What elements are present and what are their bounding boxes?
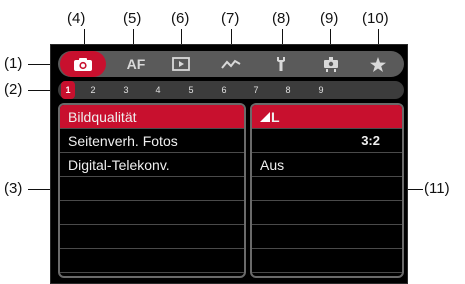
tab-setup[interactable] <box>266 51 296 77</box>
tab-my-menu[interactable] <box>363 51 393 77</box>
page-4[interactable]: 4 <box>148 81 168 99</box>
menu-item-label: Bildqualität <box>68 108 137 125</box>
digital-teleconverter-value: Aus <box>260 156 285 173</box>
menu-item-aspect-ratio[interactable]: Seitenverh. Fotos <box>60 129 244 153</box>
callout-4: (4) <box>67 10 86 27</box>
aspect-ratio-value: 3:2 <box>361 133 380 148</box>
callout-8: (8) <box>272 10 291 27</box>
menu-item-label: Digital-Telekonv. <box>68 156 170 173</box>
wrench-icon <box>277 57 285 71</box>
value-aspect-ratio: 3:2 <box>252 129 402 153</box>
page-8[interactable]: 8 <box>278 81 298 99</box>
callout-1: (1) <box>4 55 23 72</box>
menu-values-panel: L 3:2 Aus <box>250 103 404 278</box>
page-6[interactable]: 6 <box>214 81 234 99</box>
value-image-quality: L <box>252 105 402 129</box>
menu-item-empty <box>60 225 244 249</box>
page-2[interactable]: 2 <box>83 81 103 99</box>
callout-2: (2) <box>4 81 23 98</box>
menu-items-panel: Bildqualität Seitenverh. Fotos Digital-T… <box>58 103 246 278</box>
callout-10: (10) <box>362 10 389 27</box>
callout-5: (5) <box>123 10 142 27</box>
quality-fine-icon <box>260 111 270 122</box>
menu-item-empty <box>60 201 244 225</box>
tab-playback[interactable] <box>166 51 196 77</box>
camera-icon <box>74 57 92 71</box>
menu-item-empty <box>60 177 244 201</box>
page-9[interactable]: 9 <box>311 81 331 99</box>
camera-custom-icon <box>324 56 338 72</box>
tab-wireless[interactable] <box>216 51 246 77</box>
tab-custom-functions[interactable] <box>316 51 346 77</box>
star-icon <box>370 56 386 72</box>
page-number-bar: 1 2 3 4 5 6 7 8 9 <box>58 81 404 99</box>
value-empty <box>252 225 402 249</box>
menu-item-label: Seitenverh. Fotos <box>68 132 178 149</box>
page-7[interactable]: 7 <box>246 81 266 99</box>
value-empty <box>252 177 402 201</box>
callout-6: (6) <box>171 10 190 27</box>
menu-item-empty <box>60 249 244 273</box>
menu-tab-bar: AF <box>58 51 404 77</box>
playback-icon <box>172 57 190 71</box>
menu-item-digital-teleconverter[interactable]: Digital-Telekonv. <box>60 153 244 177</box>
wireless-icon <box>221 59 241 69</box>
tab-af[interactable]: AF <box>120 51 152 77</box>
callout-9: (9) <box>320 10 339 27</box>
value-digital-teleconverter: Aus <box>252 153 402 177</box>
page-5[interactable]: 5 <box>181 81 201 99</box>
callout-3: (3) <box>4 180 23 197</box>
value-empty <box>252 201 402 225</box>
page-3[interactable]: 3 <box>116 81 136 99</box>
page-1[interactable]: 1 <box>61 81 75 99</box>
tab-shooting[interactable] <box>60 51 106 77</box>
callout-11: (11) <box>424 180 450 197</box>
menu-item-image-quality[interactable]: Bildqualität <box>60 105 244 129</box>
tab-af-label: AF <box>126 56 146 72</box>
image-quality-value: L <box>271 108 280 125</box>
value-empty <box>252 249 402 273</box>
callout-7: (7) <box>221 10 240 27</box>
